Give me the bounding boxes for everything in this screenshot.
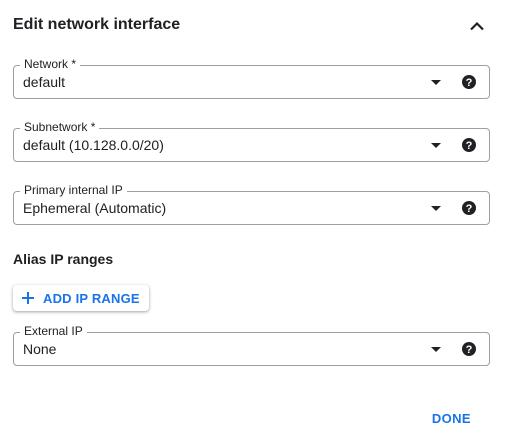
help-icon[interactable]: ? [461,200,477,216]
panel-header: Edit network interface [13,14,489,38]
external-ip-label: External IP [20,324,87,338]
svg-text:?: ? [466,203,473,215]
primary-internal-ip-select[interactable]: Primary internal IP Ephemeral (Automatic… [13,183,490,225]
svg-text:?: ? [466,77,473,89]
collapse-chevron-up-icon[interactable] [465,14,489,38]
external-ip-value: None [23,341,57,357]
dropdown-arrow-icon[interactable] [431,347,441,352]
panel-title: Edit network interface [13,16,181,33]
alias-ip-ranges-heading: Alias IP ranges [13,251,114,267]
help-icon[interactable]: ? [461,74,477,90]
network-label: Network * [20,57,81,71]
subnetwork-value: default (10.128.0.0/20) [23,137,164,153]
help-icon[interactable]: ? [461,341,477,357]
network-select[interactable]: Network * default ? [13,57,490,99]
primary-internal-ip-label: Primary internal IP [20,183,127,197]
dropdown-arrow-icon[interactable] [431,80,441,85]
external-ip-select[interactable]: External IP None ? [13,324,490,366]
svg-text:?: ? [466,140,473,152]
dropdown-arrow-icon[interactable] [431,206,441,211]
done-button[interactable]: DONE [432,411,471,426]
plus-icon [21,291,35,305]
subnetwork-label: Subnetwork * [20,120,100,134]
svg-text:?: ? [466,344,473,356]
dropdown-arrow-icon[interactable] [431,143,441,148]
primary-internal-ip-value: Ephemeral (Automatic) [23,200,167,216]
add-ip-range-button[interactable]: ADD IP RANGE [13,285,149,311]
subnetwork-select[interactable]: Subnetwork * default (10.128.0.0/20) ? [13,120,490,162]
network-value: default [23,74,66,90]
help-icon[interactable]: ? [461,137,477,153]
add-ip-range-label: ADD IP RANGE [43,290,140,306]
